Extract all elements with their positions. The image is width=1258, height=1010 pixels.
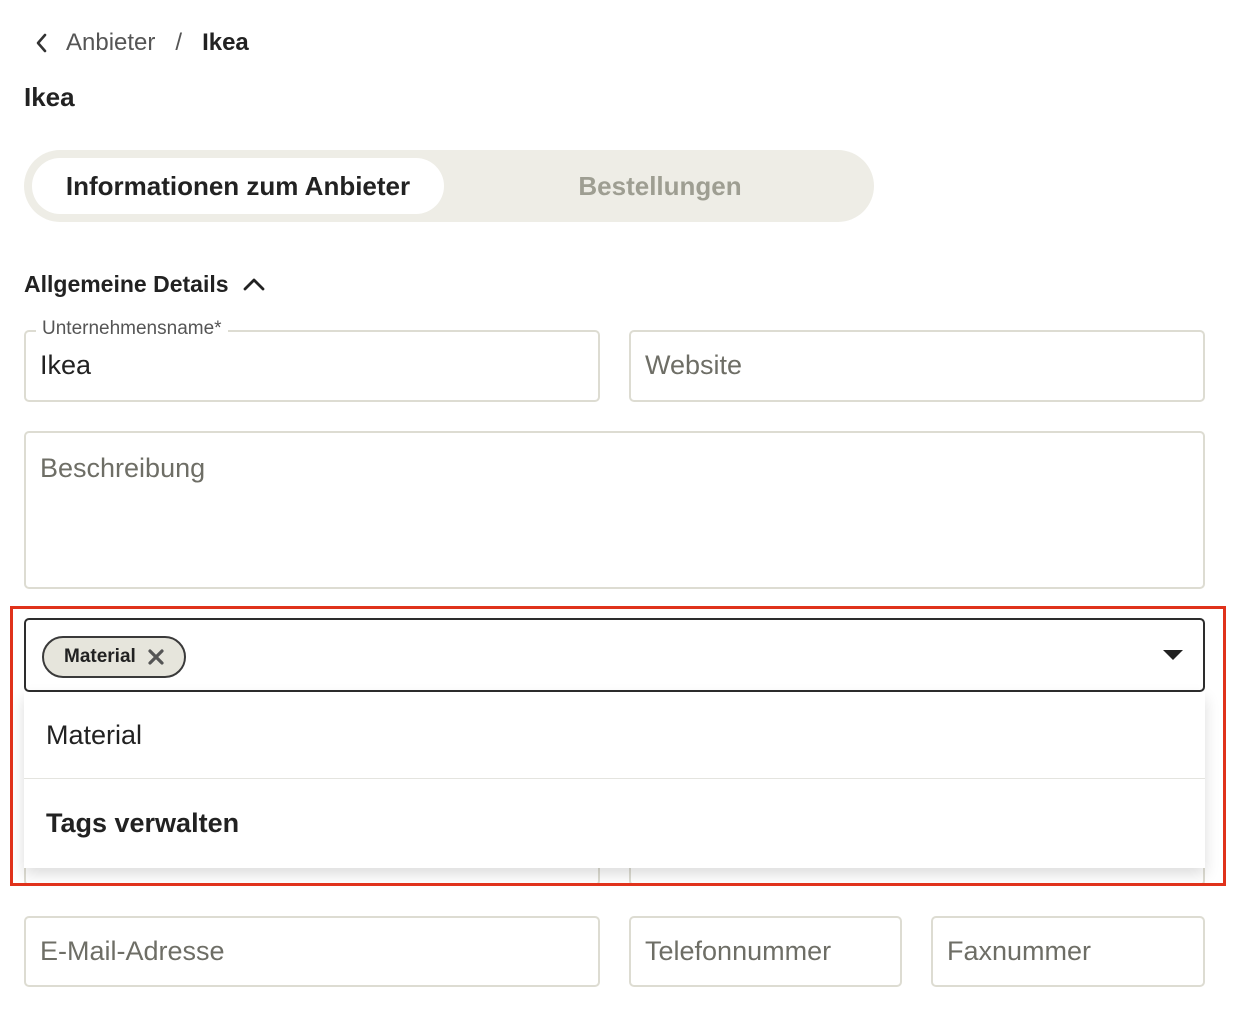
manage-tags-option[interactable]: Tags verwalten xyxy=(24,780,1205,867)
company-name-field[interactable]: Unternehmensname* Ikea xyxy=(24,318,600,402)
tag-chip-label: Material xyxy=(64,646,136,667)
fax-field[interactable]: Faxnummer xyxy=(931,916,1205,987)
company-name-label: Unternehmensname* xyxy=(36,318,228,340)
page-title: Ikea xyxy=(24,82,75,112)
fax-placeholder: Faxnummer xyxy=(947,936,1092,966)
section-general-details-toggle[interactable]: Allgemeine Details xyxy=(24,266,265,302)
company-name-value: Ikea xyxy=(40,350,92,380)
phone-field[interactable]: Telefonnummer xyxy=(629,916,902,987)
breadcrumb: Anbieter / Ikea xyxy=(30,26,249,60)
tags-select[interactable]: Material xyxy=(24,618,1205,692)
website-field[interactable]: Website xyxy=(629,330,1205,402)
tab-orders[interactable]: Bestellungen xyxy=(454,158,866,214)
breadcrumb-link-anbieter[interactable]: Anbieter xyxy=(66,29,155,57)
chevron-left-icon[interactable] xyxy=(30,26,52,60)
description-field[interactable]: Beschreibung xyxy=(24,431,1205,589)
tab-vendor-information[interactable]: Informationen zum Anbieter xyxy=(32,158,444,214)
phone-placeholder: Telefonnummer xyxy=(645,936,832,966)
tags-dropdown-menu: Material Tags verwalten xyxy=(24,692,1205,868)
email-field[interactable]: E-Mail-Adresse xyxy=(24,916,600,987)
hidden-field-left xyxy=(24,868,600,886)
caret-down-icon[interactable] xyxy=(1163,650,1183,660)
hidden-field-right xyxy=(629,868,1205,886)
close-icon[interactable] xyxy=(148,649,164,665)
chevron-up-icon xyxy=(243,277,265,291)
dropdown-option-material[interactable]: Material xyxy=(24,692,1205,779)
description-placeholder: Beschreibung xyxy=(40,453,206,483)
breadcrumb-current: Ikea xyxy=(202,29,249,56)
website-placeholder: Website xyxy=(645,350,743,380)
email-placeholder: E-Mail-Adresse xyxy=(40,936,225,966)
section-title: Allgemeine Details xyxy=(24,270,229,297)
breadcrumb-separator: / xyxy=(175,29,183,56)
tab-bar: Informationen zum Anbieter Bestellungen xyxy=(24,150,874,222)
tag-chip: Material xyxy=(42,636,186,678)
